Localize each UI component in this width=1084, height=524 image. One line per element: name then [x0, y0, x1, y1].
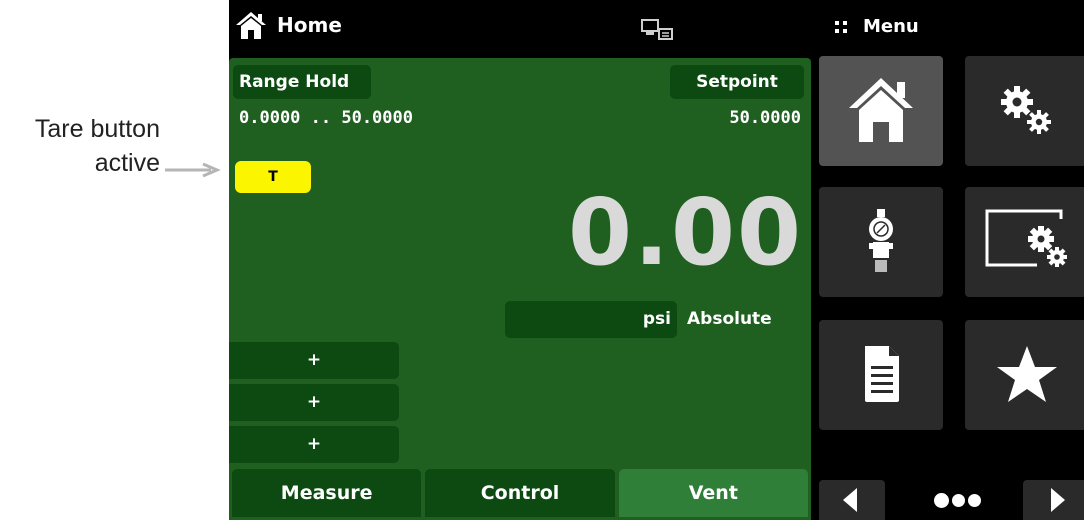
prev-page-button[interactable]	[819, 480, 885, 520]
menu-tile-display[interactable]	[965, 187, 1084, 297]
add-button-2[interactable]: +	[229, 384, 399, 421]
tare-button[interactable]: T	[235, 161, 311, 193]
menu-tile-settings[interactable]	[965, 56, 1084, 166]
range-text: 0.0000 .. 50.0000	[239, 108, 413, 128]
arrow-left-icon	[843, 488, 857, 512]
pressure-mode: Absolute	[687, 309, 772, 329]
arrow-right-icon	[1051, 488, 1065, 512]
menu-tile-documents[interactable]	[819, 320, 943, 430]
setpoint-value: 50.0000	[729, 108, 801, 128]
remote-connection-icon	[641, 19, 673, 40]
tab-measure[interactable]: Measure	[232, 469, 422, 517]
page-dots-icon	[927, 482, 987, 518]
menu-label: Menu	[863, 16, 919, 37]
add-button-3[interactable]: +	[229, 426, 399, 463]
setpoint-button[interactable]: Setpoint	[670, 65, 804, 99]
tab-vent[interactable]: Vent	[618, 469, 808, 517]
device-screen: Home Menu Range Hold Setpoint 0.0000 .. …	[229, 0, 1084, 520]
annotation-line-1: Tare button	[34, 115, 160, 143]
next-page-button[interactable]	[1023, 480, 1084, 520]
page-title: Home	[277, 13, 342, 37]
top-bar: Home Menu	[229, 0, 1084, 56]
menu-tile-home[interactable]	[819, 56, 943, 166]
home-icon	[236, 12, 266, 39]
grip-icon	[835, 20, 847, 33]
tab-control[interactable]: Control	[425, 469, 615, 517]
annotation-line-2: active	[94, 149, 160, 177]
annotation-text: Tare button active	[0, 112, 160, 180]
display-settings-icon	[985, 209, 1067, 267]
star-icon	[997, 346, 1057, 402]
menu-tile-favorites[interactable]	[965, 320, 1084, 430]
unit-selector[interactable]: psi	[505, 301, 677, 338]
home-icon	[849, 78, 913, 142]
menu-header[interactable]: Menu	[835, 16, 919, 37]
annotation-arrow-icon	[165, 162, 221, 178]
menu-tile-transducer[interactable]	[819, 187, 943, 297]
pressure-transducer-icon	[869, 209, 893, 272]
document-icon	[865, 346, 899, 402]
mode-tabs: Measure Control Vent	[232, 469, 808, 517]
settings-gears-icon	[1001, 86, 1051, 134]
add-button-1[interactable]: +	[229, 342, 399, 379]
home-title[interactable]: Home	[235, 10, 342, 40]
channel-panel: Range Hold Setpoint 0.0000 .. 50.0000 50…	[229, 58, 811, 520]
range-hold-button[interactable]: Range Hold	[233, 65, 371, 99]
pressure-reading: 0.00	[568, 179, 803, 286]
